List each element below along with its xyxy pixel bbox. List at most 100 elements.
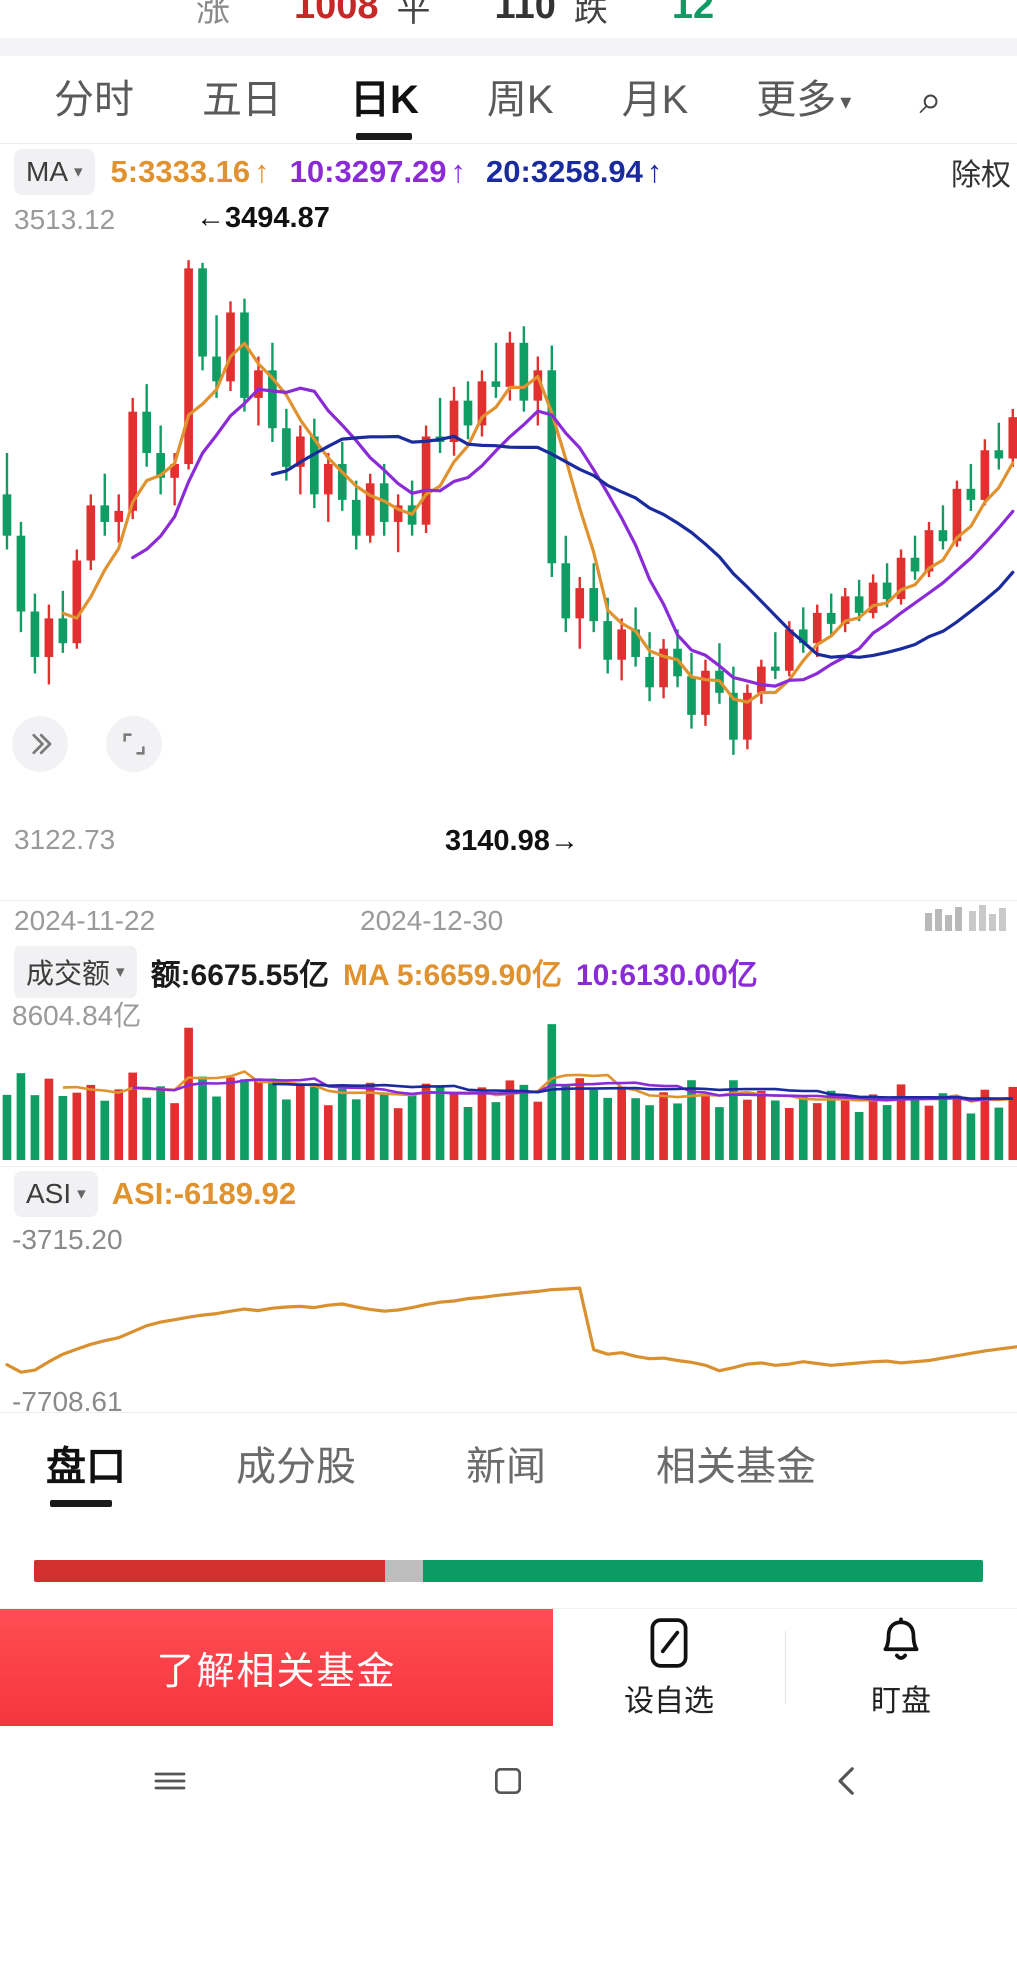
ma10-value: 10:3297.29 ↑ <box>290 154 466 190</box>
nav-home-button[interactable] <box>488 1761 528 1801</box>
period-tab-bar: 分时 五日 日K 周K 月K 更多 ▾ ⌕ <box>0 56 1017 144</box>
android-nav-bar <box>0 1726 1017 1836</box>
volume-axis-max: 8604.84亿 <box>12 1000 142 1031</box>
ma5-value: 5:3333.16 ↑ <box>111 154 270 190</box>
decliners-label: 跌 <box>573 0 608 29</box>
tab-monthly-k[interactable]: 月K <box>588 56 723 144</box>
nav-back-button[interactable] <box>826 1760 868 1802</box>
volume-ma5: MA 5:6659.90亿 <box>343 959 562 992</box>
tab-monthly-k-label: 月K <box>621 77 689 122</box>
asi-value: ASI:-6189.92 <box>111 1175 297 1211</box>
menu-icon <box>154 1772 186 1790</box>
add-watchlist-button[interactable]: 设自选 <box>553 1609 785 1726</box>
chevron-down-icon: ▾ <box>77 1183 86 1203</box>
date-axis: 2024-11-22 2024-12-30 <box>0 900 1017 946</box>
fullscreen-icon <box>123 733 145 755</box>
expand-right-button[interactable] <box>12 716 68 772</box>
advancers-count: 1008 <box>294 0 379 27</box>
price-axis-max: 3513.12 <box>14 204 116 235</box>
nav-recents-button[interactable] <box>149 1760 191 1802</box>
monitor-button[interactable]: 盯盘 <box>785 1609 1017 1726</box>
tab-related-funds-label: 相关基金 <box>656 1444 816 1489</box>
volume-selector-chip[interactable]: 成交额 ▾ <box>14 945 137 999</box>
tab-weekly-k-label: 周K <box>486 77 554 122</box>
tab-daily-k-label: 日K <box>350 77 419 122</box>
tab-constituents[interactable]: 成分股 <box>236 1413 356 1521</box>
asi-chip-label: ASI <box>26 1177 72 1209</box>
tab-wuri[interactable]: 五日 <box>168 56 316 144</box>
unchanged-label: 平 <box>396 0 431 29</box>
chevron-down-icon: ▾ <box>74 162 83 181</box>
back-chevron-icon <box>838 1767 854 1795</box>
ma10-arrow-icon: ↑ <box>450 154 467 189</box>
asi-chart[interactable]: -3715.20 -7708.61 <box>0 1220 1017 1417</box>
learn-funds-button[interactable]: 了解相关基金 <box>0 1609 553 1726</box>
mini-bars-icon <box>925 905 1006 931</box>
search-icon: ⌕ <box>919 77 942 122</box>
unchanged-count: 110 <box>494 0 556 27</box>
ma-indicator-row: MA ▾ 5:3333.16 ↑ 10:3297.29 ↑ 20:3258.94 ↑ … <box>0 144 1017 200</box>
section-divider <box>0 38 1017 56</box>
tab-pankou-label: 盘口 <box>46 1444 126 1489</box>
home-square-icon <box>495 1768 522 1794</box>
section-tab-bar: 盘口 成分股 新闻 相关基金 <box>0 1412 1017 1520</box>
tab-news[interactable]: 新闻 <box>466 1413 546 1521</box>
asi-selector-chip[interactable]: ASI ▾ <box>14 1170 98 1217</box>
mini-volume-preview <box>925 905 1015 938</box>
date-start: 2024-11-22 <box>14 905 156 936</box>
tab-news-label: 新闻 <box>466 1444 546 1489</box>
bottom-action-bar: 了解相关基金 设自选 盯盘 <box>0 1608 1017 1726</box>
ratio-segment-flat <box>385 1560 424 1582</box>
asi-axis-max: -3715.20 <box>12 1224 123 1255</box>
volume-ma10: 10:6130.00亿 <box>576 959 758 992</box>
volume-chart[interactable]: 8604.84亿 <box>0 998 1017 1166</box>
tab-fenshi[interactable]: 分时 <box>20 56 168 144</box>
asi-header: ASI ▾ ASI:-6189.92 <box>0 1166 1017 1220</box>
fullscreen-button[interactable] <box>106 716 162 772</box>
add-watchlist-label: 设自选 <box>624 1684 714 1718</box>
candlestick-chart[interactable]: 3513.12 3122.73 ←3494.87 3140.98→ <box>0 200 1017 900</box>
ma5-arrow-icon: ↑ <box>254 154 270 189</box>
ma-chip-label: MA <box>26 156 68 187</box>
tab-related-funds[interactable]: 相关基金 <box>656 1413 816 1521</box>
ratio-segment-down <box>423 1560 983 1582</box>
candlestick-svg <box>2 260 1017 755</box>
volume-value: 额:6675.55亿 <box>150 959 329 992</box>
adjust-price-button[interactable]: 除权 <box>951 150 1011 194</box>
learn-funds-label: 了解相关基金 <box>156 1651 397 1693</box>
chevron-down-icon: ▾ <box>116 962 125 981</box>
low-annotation: 3140.98→ <box>445 825 579 857</box>
bell-icon <box>883 1616 919 1660</box>
stock-chart-screen: 涨 1008 平 110 跌 12 分时 五日 日K 周K 月K 更多▾ ⌕ <box>0 0 1017 1979</box>
tab-wuri-label: 五日 <box>202 77 282 122</box>
ma-selector-chip[interactable]: MA ▾ <box>14 149 95 195</box>
market-breadth-strip: 涨 1008 平 110 跌 12 <box>0 0 1017 38</box>
ratio-segment-up <box>34 1560 386 1582</box>
tab-fenshi-label: 分时 <box>54 77 134 122</box>
monitor-label: 盯盘 <box>871 1684 931 1718</box>
search-icon-button[interactable]: ⌕ <box>885 56 947 144</box>
advancers-label: 涨 <box>196 0 230 29</box>
breadth-ratio-section <box>0 1520 1017 1608</box>
ma20-text: 20:3258.94 <box>486 154 643 189</box>
decliners-count: 12 <box>671 0 715 27</box>
chevron-down-icon: ▾ <box>840 88 852 114</box>
date-mid: 2024-12-30 <box>360 905 504 936</box>
ma10-text: 10:3297.29 <box>289 154 447 189</box>
ma20-value: 20:3258.94 ↑ <box>486 154 662 190</box>
volume-chip-label: 成交额 <box>26 958 111 989</box>
volume-svg <box>2 1024 1017 1160</box>
tab-pankou[interactable]: 盘口 <box>46 1413 126 1521</box>
volume-header: 成交额 ▾ 额:6675.55亿 MA 5:6659.90亿 10:6130.0… <box>0 945 1017 999</box>
tab-more[interactable]: 更多 ▾ <box>722 56 885 144</box>
tab-more-label: 更多 <box>756 77 837 122</box>
double-chevron-right-icon <box>32 733 52 755</box>
edit-watchlist-icon <box>650 1617 688 1668</box>
tab-constituents-label: 成分股 <box>236 1444 356 1489</box>
high-annotation: ←3494.87 <box>196 202 330 234</box>
tab-weekly-k[interactable]: 周K <box>453 56 588 144</box>
tab-daily-k[interactable]: 日K <box>316 56 453 144</box>
ma5-text: 5:3333.16 <box>110 154 251 189</box>
breadth-ratio-bar <box>34 1560 983 1582</box>
asi-svg <box>5 1286 1017 1374</box>
